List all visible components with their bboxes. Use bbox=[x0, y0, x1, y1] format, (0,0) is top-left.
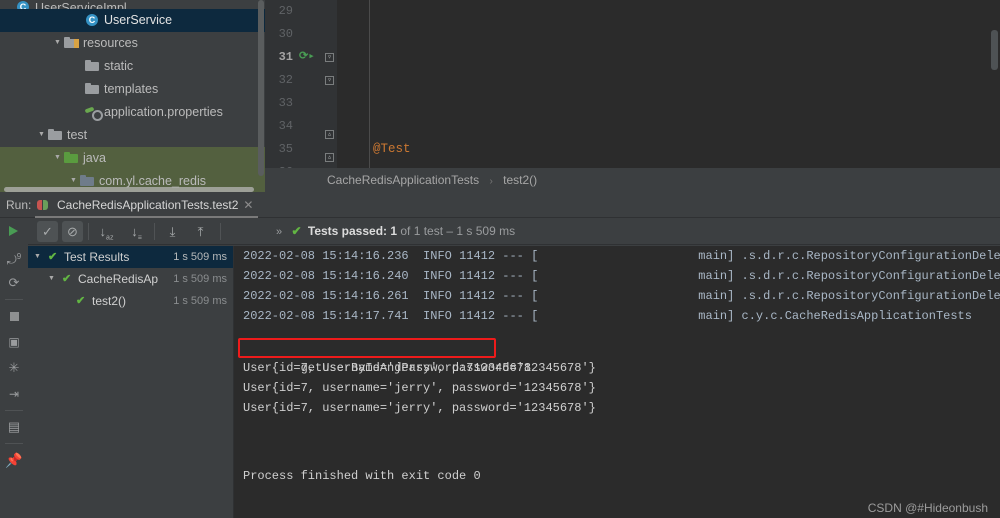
stop-button[interactable] bbox=[0, 303, 28, 329]
red-annotation-box bbox=[238, 338, 496, 358]
run-tool-window-header: Run: CacheRedisApplicationTests.test2 ✕ bbox=[0, 192, 1000, 218]
more-options-icon[interactable]: » bbox=[276, 226, 282, 238]
java-class-icon: C bbox=[15, 0, 31, 9]
source-folder-icon bbox=[63, 150, 79, 166]
dump-threads-button[interactable]: ✳ bbox=[0, 355, 28, 381]
test-runner-toolbar: ✓ ⊘ ↓az ↓≡ ⤓ ⤒ » ✔ Tests passed: 1 of 1 … bbox=[28, 218, 1000, 245]
run-side-toolbar: ⤾9 ⟳ ▣ ✳ ⇥ ▤ 📌 bbox=[0, 218, 28, 518]
chevron-right-icon: › bbox=[489, 176, 493, 187]
console-log-line: 2022-02-08 15:14:16.240 INFO 11412 --- [… bbox=[243, 269, 1000, 283]
layout-settings-button[interactable]: ▤ bbox=[0, 414, 28, 440]
folder-icon bbox=[47, 127, 63, 143]
export-test-results-button[interactable]: ⇥ bbox=[0, 381, 28, 407]
collapse-all-button[interactable]: ⤒ bbox=[190, 221, 211, 242]
editor-vertical-scrollbar[interactable] bbox=[988, 0, 1000, 168]
line-number: 31 ⟳▸ bbox=[278, 50, 315, 64]
tests-duration: of 1 test – 1 s 509 ms bbox=[400, 224, 516, 238]
check-icon: ✔ bbox=[291, 224, 302, 238]
fold-region-end-icon[interactable]: ▵ bbox=[325, 130, 334, 139]
tree-item-static[interactable]: static bbox=[0, 55, 265, 78]
highlighted-output-line: getUserByIdAndPassword:712345678 bbox=[233, 338, 1000, 375]
tree-item-application-properties[interactable]: application.properties bbox=[0, 101, 265, 124]
console-output-line: User{id=7, username='jerry', password='1… bbox=[243, 381, 596, 395]
fold-region-start-icon[interactable]: ▿ bbox=[325, 76, 334, 85]
toolbar-separator bbox=[5, 299, 23, 300]
test-config-icon bbox=[37, 199, 49, 211]
pin-tab-button[interactable]: 📌 bbox=[0, 447, 28, 473]
code-editor[interactable]: 29 30 31 ⟳▸ 32 33 34 35 36 ▿ ▿ ▵ ▵ bbox=[265, 0, 1000, 192]
tree-item-userservice[interactable]: C UserService bbox=[0, 9, 265, 32]
toolbar-separator bbox=[5, 443, 23, 444]
tree-item-test-java[interactable]: ▼ java bbox=[0, 147, 265, 170]
console-log-line: 2022-02-08 15:14:16.236 INFO 11412 --- [… bbox=[243, 249, 1000, 263]
line-number: 32 bbox=[278, 73, 293, 87]
folder-icon bbox=[84, 81, 100, 97]
project-tool-window[interactable]: ▶CUserServiceImpl CUserService ▼resource… bbox=[0, 0, 265, 192]
console-output[interactable]: 2022-02-08 15:14:16.236 INFO 11412 --- [… bbox=[233, 246, 1000, 518]
console-output-line: User{id=7, username='jerry', password='1… bbox=[243, 361, 596, 375]
check-icon: ✔ bbox=[62, 273, 72, 285]
show-passed-toggle[interactable]: ✓ bbox=[37, 221, 58, 242]
line-number: 30 bbox=[265, 23, 336, 46]
fold-region-start-icon[interactable]: ▿ bbox=[325, 53, 334, 62]
fold-region-end-icon[interactable]: ▵ bbox=[325, 153, 334, 162]
line-number: 35 bbox=[278, 142, 293, 156]
run-tool-window-label: Run: bbox=[6, 198, 32, 212]
tree-item-clipped[interactable]: ▶CUserServiceImpl bbox=[0, 0, 265, 9]
breadcrumb-method[interactable]: test2() bbox=[503, 173, 537, 187]
rerun-button[interactable] bbox=[0, 218, 28, 244]
line-number: 33 bbox=[278, 96, 293, 110]
folder-icon bbox=[84, 58, 100, 74]
tree-item-resources[interactable]: ▼ resources bbox=[0, 32, 265, 55]
editor-folding-column[interactable]: ▿ ▿ ▵ ▵ bbox=[323, 0, 337, 168]
java-class-icon: C bbox=[84, 12, 100, 28]
console-log-line: 2022-02-08 15:14:17.741 INFO 11412 --- [… bbox=[243, 309, 972, 323]
hide-ignored-toggle[interactable]: ⊘ bbox=[62, 221, 83, 242]
run-tool-window: Run: CacheRedisApplicationTests.test2 ✕ … bbox=[0, 192, 1000, 518]
test-tree-row[interactable]: ▼ ✔ CacheRedisAp 1 s 509 ms bbox=[28, 268, 233, 290]
tree-item-templates[interactable]: templates bbox=[0, 78, 265, 101]
console-output-line: User{id=7, username='jerry', password='1… bbox=[243, 401, 596, 415]
check-icon: ✔ bbox=[48, 251, 58, 263]
line-number: 29 bbox=[278, 4, 293, 18]
tree-item-test[interactable]: ▼ test bbox=[0, 124, 265, 147]
sort-by-duration-button[interactable]: ↓≡ bbox=[126, 221, 147, 242]
toolbar-separator bbox=[5, 410, 23, 411]
top-area: ▶CUserServiceImpl CUserService ▼resource… bbox=[0, 0, 1000, 192]
process-finished-line: Process finished with exit code 0 bbox=[243, 469, 481, 483]
breadcrumb[interactable]: CacheRedisApplicationTests › test2() bbox=[265, 168, 1000, 192]
rerun-failed-tests-button[interactable]: ⤾9 bbox=[0, 244, 28, 270]
run-configuration-tab[interactable]: CacheRedisApplicationTests.test2 ✕ bbox=[35, 192, 259, 218]
test-tree-row[interactable]: ✔ test2() 1 s 509 ms bbox=[28, 290, 233, 312]
expand-all-button[interactable]: ⤓ bbox=[162, 221, 183, 242]
properties-file-icon bbox=[84, 104, 103, 121]
toggle-auto-test-button[interactable]: ⟳ bbox=[0, 270, 28, 296]
console-log-line: 2022-02-08 15:14:16.261 INFO 11412 --- [… bbox=[243, 289, 1000, 303]
close-icon[interactable]: ✕ bbox=[243, 192, 253, 218]
screenshot-button[interactable]: ▣ bbox=[0, 329, 28, 355]
panel-divider[interactable] bbox=[233, 246, 234, 518]
editor-text-area[interactable]: @Test void test2() { for (int i = 1; i <… bbox=[337, 0, 1000, 168]
run-tab-title: CacheRedisApplicationTests.test2 bbox=[57, 198, 239, 212]
tests-passed-count: Tests passed: 1 bbox=[307, 224, 398, 238]
run-test-gutter-icon[interactable]: ⟳▸ bbox=[299, 50, 315, 64]
breadcrumb-class[interactable]: CacheRedisApplicationTests bbox=[327, 173, 479, 187]
code-line: @Test bbox=[343, 142, 411, 156]
project-tree-vertical-scrollbar[interactable] bbox=[257, 0, 265, 192]
editor-gutter[interactable]: 29 30 31 ⟳▸ 32 33 34 35 36 bbox=[265, 0, 336, 179]
sort-alphabetically-button[interactable]: ↓az bbox=[96, 221, 117, 242]
line-number: 34 bbox=[278, 119, 293, 133]
test-status-bar: » ✔ Tests passed: 1 of 1 test – 1 s 509 … bbox=[276, 218, 515, 245]
watermark: CSDN @#Hideonbush bbox=[867, 501, 988, 515]
idea-window: ▶CUserServiceImpl CUserService ▼resource… bbox=[0, 0, 1000, 518]
test-results-tree[interactable]: ▼ ✔ Test Results 1 s 509 ms ▼ ✔ CacheRed… bbox=[28, 246, 233, 518]
resources-folder-icon bbox=[63, 35, 79, 51]
check-icon: ✔ bbox=[76, 295, 86, 307]
test-tree-row[interactable]: ▼ ✔ Test Results 1 s 509 ms bbox=[28, 246, 233, 268]
